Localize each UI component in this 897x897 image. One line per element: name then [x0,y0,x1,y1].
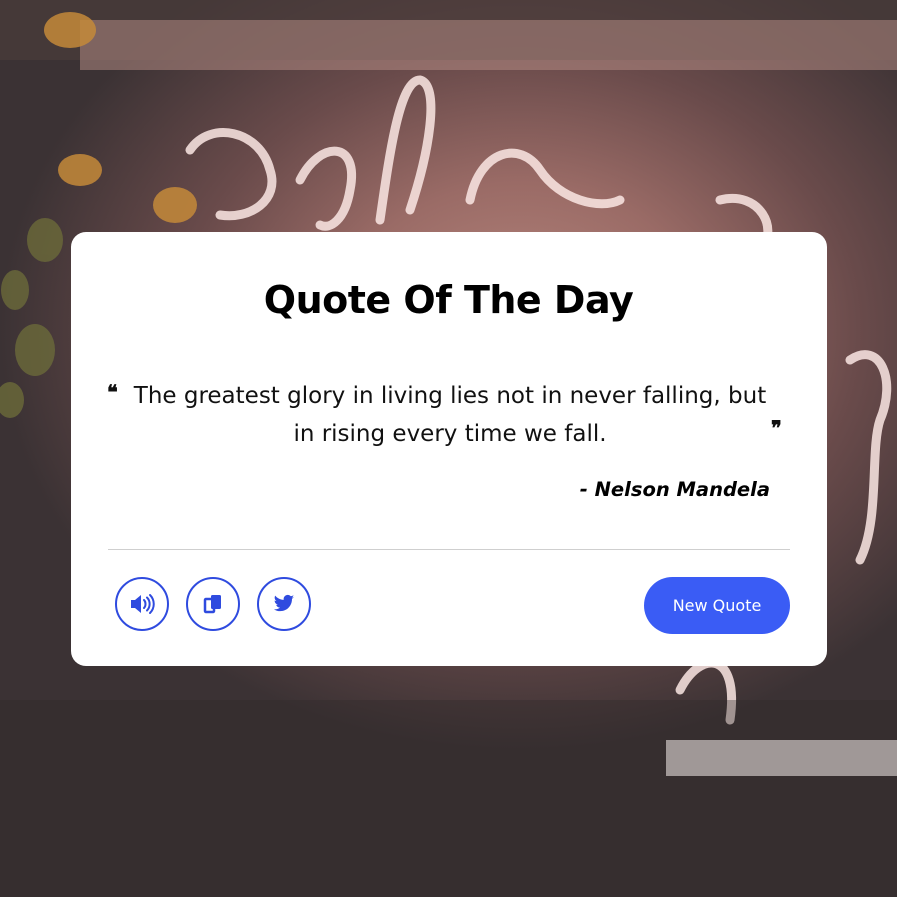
volume-icon [131,594,155,614]
quote-text: The greatest glory in living lies not in… [133,383,767,447]
speech-button[interactable] [115,577,169,631]
close-quote-icon: ❞ [771,416,782,440]
page-title: Quote Of The Day [263,278,634,322]
divider [108,549,790,550]
open-quote-icon: ❝ [107,380,118,404]
new-quote-button[interactable]: New Quote [644,577,790,634]
quote-author: - Nelson Mandela [579,478,770,501]
copy-icon [203,595,221,614]
copy-button[interactable] [186,577,240,631]
twitter-icon [273,594,295,612]
twitter-button[interactable] [257,577,311,631]
